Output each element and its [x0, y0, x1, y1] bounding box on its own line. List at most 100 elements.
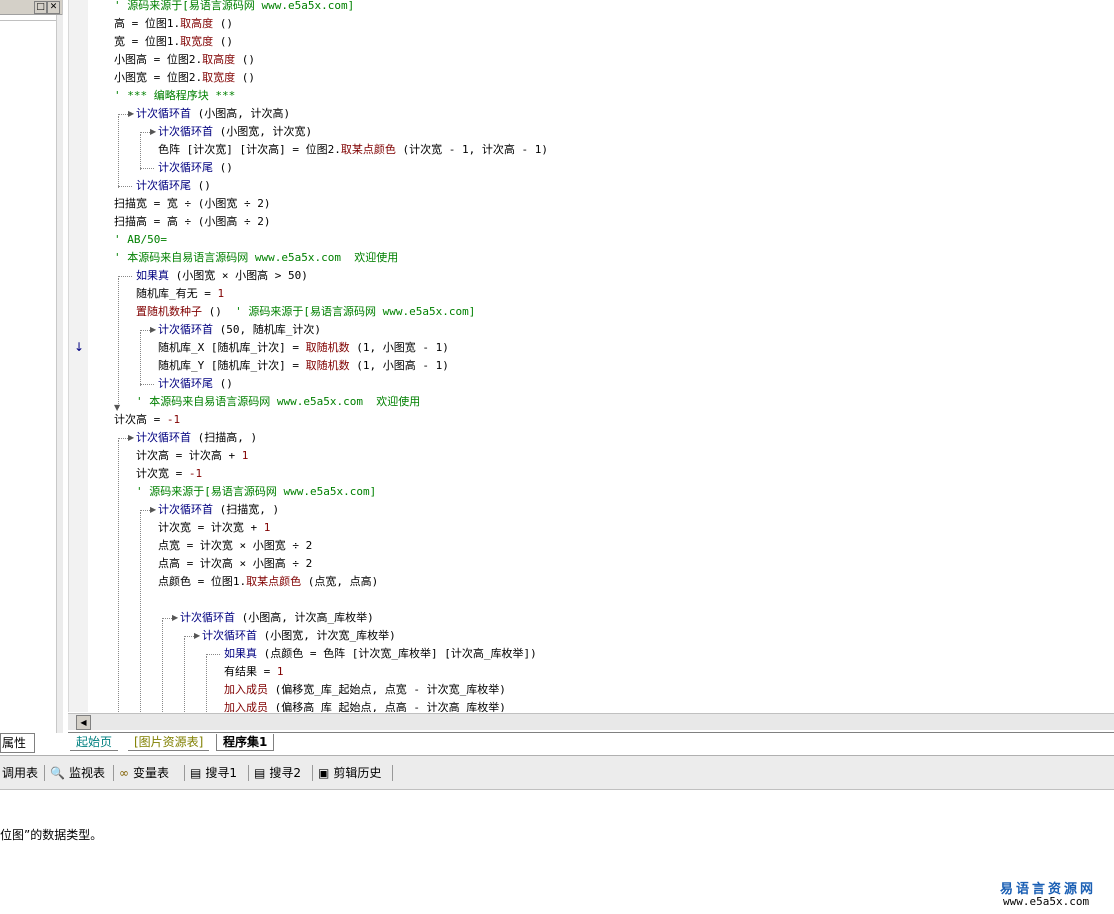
code-text: (): [191, 179, 211, 192]
tab-image-resources[interactable]: [图片资源表]: [128, 734, 210, 751]
code-line[interactable]: 点高 = 计次高 × 小图高 ÷ 2: [158, 555, 312, 573]
code-line[interactable]: ' 本源码来自易语言源码网 www.e5a5x.com 欢迎使用: [114, 249, 398, 267]
code-line[interactable]: 随机库_Y [随机库_计次] = 取随机数 (1, 小图高 - 1): [158, 357, 449, 375]
block-guide-line: [118, 116, 119, 188]
code-text: (偏移宽_库_起始点, 点宽 - 计次宽_库枚举): [268, 683, 506, 696]
tab-properties[interactable]: 属性: [0, 733, 35, 753]
code-text: (): [235, 53, 255, 66]
code-line[interactable]: 随机库_X [随机库_计次] = 取随机数 (1, 小图宽 - 1): [158, 339, 449, 357]
code-line[interactable]: 加入成员 (偏移宽_库_起始点, 点宽 - 计次宽_库枚举): [224, 681, 506, 699]
code-line[interactable]: ' 本源码来自易语言源码网 www.e5a5x.com 欢迎使用: [136, 393, 420, 411]
code-line[interactable]: 扫描高 = 高 ÷ (小图高 ÷ 2): [114, 213, 270, 231]
code-line[interactable]: 计次循环首 (小图宽, 计次宽): [158, 123, 312, 141]
code-line[interactable]: ' 源码来源于[易语言源码网 www.e5a5x.com]: [136, 483, 376, 501]
tab-label: 剪辑历史: [333, 766, 382, 780]
tab-program-set[interactable]: 程序集1: [216, 734, 275, 751]
separator: [44, 765, 45, 781]
tab-start-page[interactable]: 起始页: [70, 734, 119, 751]
editor-tabs: 起始页 [图片资源表] 程序集1: [68, 732, 1114, 753]
block-guide-line: [140, 510, 150, 511]
code-line[interactable]: 如果真 (点颜色 = 色阵 [计次宽_库枚举] [计次高_库枚举]): [224, 645, 537, 663]
comment: ' 源码来源于[易语言源码网 www.e5a5x.com]: [136, 485, 377, 498]
code-line[interactable]: 有结果 = 1: [224, 663, 284, 681]
code-text: 色阵 [计次宽] [计次高] = 位图2.: [158, 143, 341, 156]
down-arrow-icon[interactable]: ↓: [74, 340, 84, 354]
code-line[interactable]: 加入成员 (偏移高_库_起始点, 点高 - 计次高_库枚举): [224, 699, 506, 712]
code-text: (点宽, 点高): [301, 575, 379, 588]
tab-call-list[interactable]: 调用表: [2, 764, 38, 782]
code-text: 随机库_Y [随机库_计次] =: [158, 359, 306, 372]
code-line[interactable]: 计次循环首 (小图宽, 计次宽_库枚举): [202, 627, 396, 645]
horizontal-scrollbar[interactable]: ◀: [68, 713, 1114, 730]
code-line[interactable]: 宽 = 位图1.取宽度 (): [114, 33, 233, 51]
code-line[interactable]: 计次循环首 (小图高, 计次高_库枚举): [180, 609, 374, 627]
block-guide-line: [140, 332, 141, 386]
keyword: 计次循环首: [180, 611, 235, 624]
code-text: (): [213, 161, 233, 174]
code-line[interactable]: 计次循环尾 (): [158, 375, 233, 393]
comment: ' 源码来源于[易语言源码网 www.e5a5x.com]: [228, 305, 476, 318]
code-text: (50, 随机库_计次): [213, 323, 321, 336]
tab-find-1[interactable]: ▤ 搜寻1: [190, 764, 237, 782]
code-text: 小图宽 = 位图2.: [114, 71, 203, 84]
code-line[interactable]: 计次循环首 (扫描宽, ): [158, 501, 279, 519]
tab-variables[interactable]: ∞ 变量表: [119, 764, 169, 782]
separator: [113, 765, 114, 781]
number-literal: 1: [263, 521, 271, 534]
code-line[interactable]: 小图高 = 位图2.取高度 (): [114, 51, 255, 69]
code-line[interactable]: 随机库_有无 = 1: [136, 285, 224, 303]
left-panel-scrollbar[interactable]: [56, 15, 63, 733]
code-text: 点颜色 = 位图1.: [158, 575, 247, 588]
code-text: 计次高 = 计次高 +: [136, 449, 242, 462]
loop-arrow-icon: ▶: [150, 127, 157, 136]
restore-button[interactable]: □: [34, 1, 47, 14]
keyword: 计次循环尾: [158, 377, 213, 390]
code-line[interactable]: 点颜色 = 位图1.取某点颜色 (点宽, 点高): [158, 573, 378, 591]
bottom-panel-tabs: 调用表 🔍 监视表 ∞ 变量表 ▤ 搜寻1 ▤ 搜寻2 ▣ 剪辑历史: [0, 755, 1114, 790]
code-line[interactable]: 计次高 = -1: [114, 411, 180, 429]
code-text: (计次宽 - 1, 计次高 - 1): [395, 143, 548, 156]
code-line[interactable]: 高 = 位图1.取高度 (): [114, 15, 233, 33]
close-button[interactable]: ✕: [47, 1, 60, 14]
block-guide-line: [162, 620, 163, 712]
function-name: 取随机数: [305, 341, 350, 354]
code-line[interactable]: 计次循环尾 (): [136, 177, 211, 195]
code-line[interactable]: 计次宽 = 计次宽 + 1: [158, 519, 270, 537]
number-literal: 1: [217, 287, 225, 300]
code-text: (小图宽, 计次宽_库枚举): [257, 629, 396, 642]
code-line[interactable]: 色阵 [计次宽] [计次高] = 位图2.取某点颜色 (计次宽 - 1, 计次高…: [158, 141, 548, 159]
code-text: 计次高 =: [114, 413, 167, 426]
code-line[interactable]: 小图宽 = 位图2.取宽度 (): [114, 69, 255, 87]
function-name: 取某点颜色: [340, 143, 396, 156]
code-line[interactable]: 扫描宽 = 宽 ÷ (小图宽 ÷ 2): [114, 195, 270, 213]
code-line[interactable]: ' 源码来源于[易语言源码网 www.e5a5x.com]: [114, 0, 354, 15]
code-text: 高 = 位图1.: [114, 17, 181, 30]
keyword: 计次循环尾: [158, 161, 213, 174]
code-line[interactable]: 计次循环首 (扫描高, ): [136, 429, 257, 447]
scroll-left-button[interactable]: ◀: [76, 715, 91, 730]
code-line[interactable]: ' AB/50=: [114, 231, 167, 249]
code-line[interactable]: 计次循环首 (小图高, 计次高): [136, 105, 290, 123]
code-line[interactable]: 计次循环首 (50, 随机库_计次): [158, 321, 321, 339]
code-line[interactable]: 如果真 (小图宽 × 小图高 > 50): [136, 267, 308, 285]
comment: ' *** 编略程序块 ***: [114, 89, 236, 102]
left-panel-titlebar: □ ✕: [0, 0, 62, 15]
code-line[interactable]: ' *** 编略程序块 ***: [114, 87, 235, 105]
editor-gutter[interactable]: ≫ ↓ +: [68, 0, 113, 712]
code-line[interactable]: 置随机数种子 () ' 源码来源于[易语言源码网 www.e5a5x.com]: [136, 303, 475, 321]
separator: [184, 765, 185, 781]
keyword: 计次循环首: [136, 431, 191, 444]
code-line[interactable]: 计次高 = 计次高 + 1: [136, 447, 248, 465]
keyword: 如果真: [224, 647, 257, 660]
code-text: (): [213, 377, 233, 390]
code-text: (): [202, 305, 229, 318]
tab-clipboard-history[interactable]: ▣ 剪辑历史: [318, 764, 381, 782]
tab-label: 调用表: [2, 766, 39, 780]
tab-find-2[interactable]: ▤ 搜寻2: [254, 764, 301, 782]
code-editor[interactable]: ▶ ▶ ▶ ▶ ▶ ▶ ▶ ▼ ' 源码来源于[易语言源码网 www.e5a5x…: [88, 0, 1114, 712]
code-line[interactable]: 计次宽 = -1: [136, 465, 202, 483]
code-line[interactable]: 点宽 = 计次宽 × 小图宽 ÷ 2: [158, 537, 312, 555]
find-icon: ▤: [190, 766, 202, 780]
code-line[interactable]: 计次循环尾 (): [158, 159, 233, 177]
tab-watch-list[interactable]: 🔍 监视表: [50, 764, 105, 782]
